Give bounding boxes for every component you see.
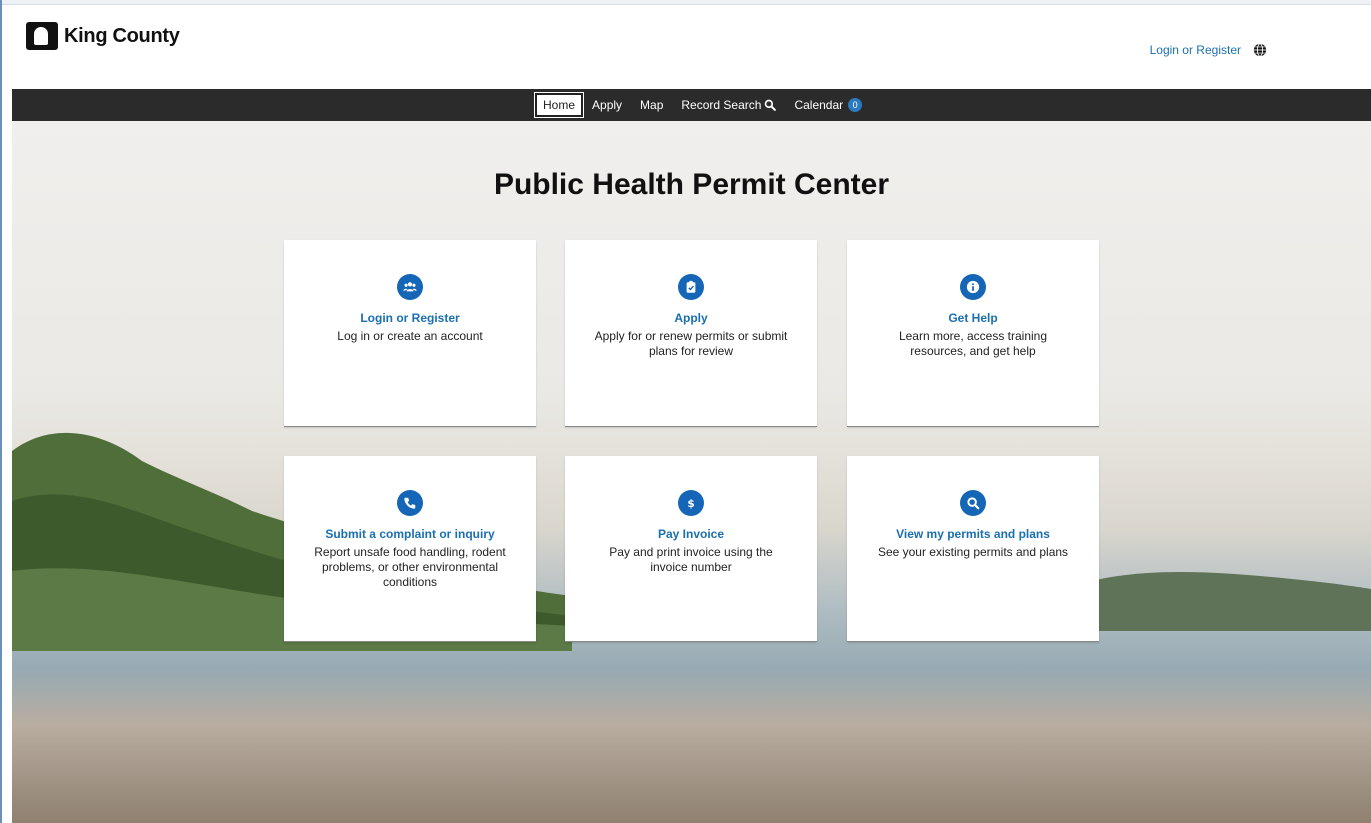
clipboard-check-icon [678, 274, 704, 300]
card-description: Report unsafe food handling, rodent prob… [314, 545, 506, 589]
users-icon [397, 274, 423, 300]
svg-text:$: $ [687, 498, 694, 510]
card-description: Pay and print invoice using the invoice … [609, 545, 773, 574]
nav-record-search-label: Record Search [681, 98, 762, 112]
card-title: Pay Invoice [657, 527, 725, 541]
calendar-count-badge: 0 [848, 98, 863, 112]
card-description: Log in or create an account [337, 329, 483, 343]
card-apply[interactable]: Apply Apply for or renew permits or subm… [565, 240, 817, 427]
card-title: Submit a complaint or inquiry [325, 527, 495, 541]
phone-icon [397, 490, 423, 516]
card-login-register[interactable]: Login or Register Log in or create an ac… [284, 240, 536, 427]
globe-icon[interactable] [1253, 43, 1267, 57]
king-county-logo[interactable]: King County [26, 22, 180, 50]
card-title: Apply [674, 311, 708, 325]
nav-map[interactable]: Map [631, 94, 672, 116]
card-description: Learn more, access training resources, a… [898, 329, 1048, 358]
card-view-permits[interactable]: View my permits and plans See your exist… [847, 456, 1099, 642]
card-get-help[interactable]: Get Help Learn more, access training res… [847, 240, 1099, 427]
dollar-icon: $ [678, 490, 704, 516]
header-login-link[interactable]: Login or Register [1150, 43, 1241, 57]
card-pay-invoice[interactable]: $ Pay Invoice Pay and print invoice usin… [565, 456, 817, 642]
nav-calendar-label: Calendar [794, 98, 844, 112]
nav-home[interactable]: Home [533, 92, 585, 118]
page-title: Public Health Permit Center [493, 168, 890, 201]
hero-section: Public Health Permit Center Login or Reg… [12, 121, 1371, 823]
main-nav: Home Apply Map Record Search Calendar 0 [12, 89, 1371, 121]
card-submit-complaint[interactable]: Submit a complaint or inquiry Report uns… [284, 456, 536, 642]
hero-shore-image [1092, 572, 1371, 631]
search-icon [765, 99, 777, 111]
king-county-logo-icon [26, 22, 58, 50]
browser-left-edge [0, 0, 2, 823]
card-description: Apply for or renew permits or submit pla… [594, 329, 788, 358]
nav-apply[interactable]: Apply [583, 94, 631, 116]
info-icon [960, 274, 986, 300]
nav-calendar[interactable]: Calendar 0 [785, 94, 871, 116]
card-title: Login or Register [360, 311, 460, 325]
site-header: King County Login or Register [2, 5, 1371, 89]
card-title: Get Help [948, 311, 998, 325]
logo-text: King County [64, 24, 180, 47]
card-description: See your existing permits and plans [877, 545, 1069, 559]
nav-record-search[interactable]: Record Search [672, 94, 785, 116]
card-title: View my permits and plans [896, 527, 1050, 541]
search-icon [960, 490, 986, 516]
